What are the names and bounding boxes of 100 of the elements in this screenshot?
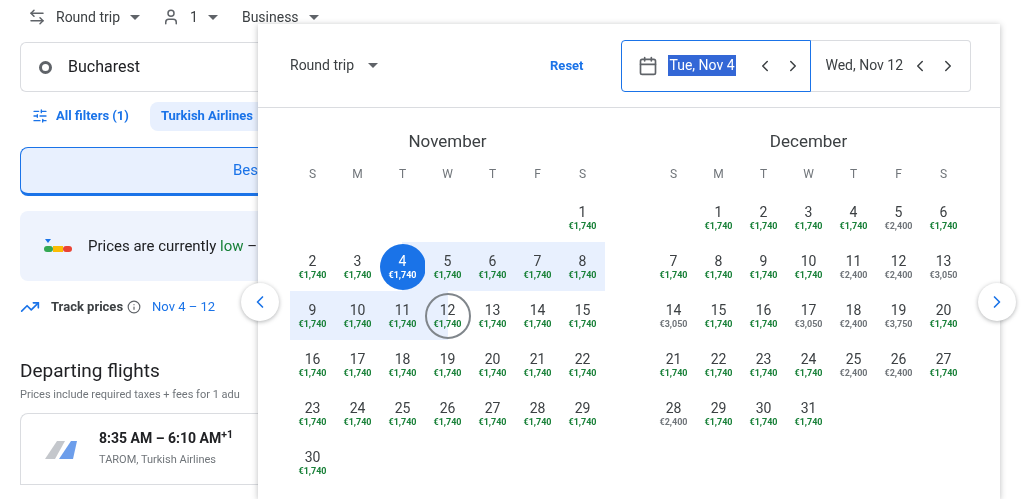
calendar-day[interactable]: 9 €1,740 bbox=[740, 243, 787, 290]
weekday-label: T bbox=[848, 166, 859, 183]
calendar-day[interactable]: 1 €1,740 bbox=[559, 194, 606, 241]
calendar-day[interactable]: 29 €1,740 bbox=[559, 390, 606, 437]
month-title: November bbox=[407, 130, 488, 152]
calendar-day[interactable]: 20 €1,740 bbox=[469, 341, 516, 388]
weekday-label: S bbox=[938, 166, 949, 183]
calendar-day[interactable]: 11 €2,400 bbox=[830, 243, 877, 290]
calendar-day[interactable]: 31 €1,740 bbox=[785, 390, 832, 437]
calendar-day[interactable]: 7 €1,740 bbox=[650, 243, 697, 290]
calendar-day[interactable]: 30 €1,740 bbox=[740, 390, 787, 437]
caret-icon bbox=[207, 14, 218, 20]
round-trip-arrows-icon bbox=[28, 8, 46, 26]
calendar-day[interactable]: 12 €2,400 bbox=[875, 243, 922, 290]
calendar-icon bbox=[638, 55, 659, 76]
calendar-day[interactable]: 6 €1,740 bbox=[469, 243, 516, 290]
cabin-class-selector[interactable]: Business bbox=[241, 6, 299, 28]
calendar-day[interactable]: 20 €1,740 bbox=[920, 292, 967, 339]
calendar-day[interactable]: 18 €1,740 bbox=[379, 341, 426, 388]
calendar-day[interactable]: 10 €1,740 bbox=[785, 243, 832, 290]
flight-card[interactable]: 8:35 AM – 6:10 AM$^{+1}$ TAROM, Turkish Airlines bbox=[20, 412, 258, 485]
weekday-label: M bbox=[351, 166, 364, 183]
weekday-label: T bbox=[397, 166, 408, 183]
calendar-day[interactable]: 4 €1,740 bbox=[379, 243, 426, 290]
trip-type-selector[interactable]: Round trip bbox=[56, 6, 121, 28]
calendar-day[interactable]: 29 €1,740 bbox=[695, 390, 742, 437]
calendar-day[interactable]: 13 €1,740 bbox=[469, 292, 516, 339]
calendar-day[interactable]: 19 €3,750 bbox=[875, 292, 922, 339]
calendar-day[interactable]: 10 €1,740 bbox=[334, 292, 381, 339]
caret-icon bbox=[308, 14, 319, 20]
passenger-count[interactable]: 1 bbox=[190, 6, 198, 28]
weekday-label: F bbox=[894, 166, 903, 183]
track-prices-label: Track prices bbox=[51, 298, 124, 317]
calendar-day[interactable]: 28 €2,400 bbox=[650, 390, 697, 437]
flight-times: 8:35 AM – 6:10 AM$^{+1}$ bbox=[99, 428, 233, 449]
reset-button[interactable]: Reset bbox=[550, 55, 584, 76]
calendar-day[interactable]: 27 €1,740 bbox=[920, 341, 967, 388]
calendar-day[interactable]: 14 €1,740 bbox=[514, 292, 561, 339]
section-heading: Departing flights bbox=[20, 359, 161, 383]
weekday-label: S bbox=[668, 166, 679, 183]
calendar-day[interactable]: 8 €1,740 bbox=[559, 243, 606, 290]
calendar-day[interactable]: 25 €1,740 bbox=[379, 390, 426, 437]
calendar-day[interactable]: 30 €1,740 bbox=[289, 439, 336, 486]
calendar-day[interactable]: 5 €1,740 bbox=[424, 243, 471, 290]
calendar-day[interactable]: 12 €1,740 bbox=[424, 292, 471, 339]
calendar-day[interactable]: 7 €1,740 bbox=[514, 243, 561, 290]
calendar-day[interactable]: 23 €1,740 bbox=[289, 390, 336, 437]
filter-chip[interactable]: Turkish Airlines bbox=[149, 101, 258, 131]
sort-tab[interactable]: Bes bbox=[20, 147, 258, 196]
calendar-day[interactable]: 15 €1,740 bbox=[695, 292, 742, 339]
calendar-day[interactable]: 11 €1,740 bbox=[379, 292, 426, 339]
tracked-dates-link[interactable]: Nov 4 – 12 bbox=[152, 297, 216, 317]
calendar-day[interactable]: 24 €1,740 bbox=[334, 390, 381, 437]
calendar-day[interactable]: 4 €1,740 bbox=[830, 194, 877, 241]
weekday-label: S bbox=[307, 166, 318, 183]
calendar-day[interactable]: 22 €1,740 bbox=[559, 341, 606, 388]
calendar-day[interactable]: 26 €1,740 bbox=[424, 390, 471, 437]
airline-names: TAROM, Turkish Airlines bbox=[99, 452, 217, 469]
price-insight-text: Prices are currently low – bbox=[88, 235, 258, 257]
weekday-label: S bbox=[577, 166, 588, 183]
section-subtitle: Prices include required taxes + fees for 1 adu bbox=[20, 387, 241, 403]
calendar-day[interactable]: 28 €1,740 bbox=[514, 390, 561, 437]
all-filters-button[interactable]: All filters (1) bbox=[56, 106, 129, 126]
calendar-day[interactable]: 25 €2,400 bbox=[830, 341, 877, 388]
calendar-day[interactable]: 15 €1,740 bbox=[559, 292, 606, 339]
calendar-day[interactable]: 3 €1,740 bbox=[334, 243, 381, 290]
calendar-day[interactable]: 8 €1,740 bbox=[695, 243, 742, 290]
weekday-label: W bbox=[802, 166, 815, 183]
calendar-day[interactable]: 6 €1,740 bbox=[920, 194, 967, 241]
calendar-day[interactable]: 14 €3,050 bbox=[650, 292, 697, 339]
calendar-day[interactable]: 3 €1,740 bbox=[785, 194, 832, 241]
trip-type-dropdown[interactable]: Round trip bbox=[290, 55, 379, 76]
calendar-day[interactable]: 18 €2,400 bbox=[830, 292, 877, 339]
weekday-label: F bbox=[533, 166, 542, 183]
calendar-day[interactable]: 21 €1,740 bbox=[514, 341, 561, 388]
weekday-label: M bbox=[712, 166, 725, 183]
calendar-day[interactable]: 5 €2,400 bbox=[875, 194, 922, 241]
calendar-day[interactable]: 23 €1,740 bbox=[740, 341, 787, 388]
date-field[interactable]: Tue, Nov 4 bbox=[621, 39, 812, 92]
caret-icon bbox=[130, 14, 141, 20]
calendar-day[interactable]: 2 €1,740 bbox=[289, 243, 336, 290]
calendar-day[interactable]: 17 €3,050 bbox=[785, 292, 832, 339]
calendar-day[interactable]: 19 €1,740 bbox=[424, 341, 471, 388]
info-icon[interactable] bbox=[127, 300, 142, 314]
calendar-day[interactable]: 26 €2,400 bbox=[875, 341, 922, 388]
calendar-day[interactable]: 9 €1,740 bbox=[289, 292, 336, 339]
calendar-day[interactable]: 1 €1,740 bbox=[695, 194, 742, 241]
calendar-day[interactable]: 16 €1,740 bbox=[740, 292, 787, 339]
calendar-day[interactable]: 22 €1,740 bbox=[695, 341, 742, 388]
calendar-day[interactable]: 13 €3,050 bbox=[920, 243, 967, 290]
calendar-day[interactable]: 24 €1,740 bbox=[785, 341, 832, 388]
calendar-day[interactable]: 16 €1,740 bbox=[289, 341, 336, 388]
date-field[interactable]: Wed, Nov 12 bbox=[811, 39, 972, 92]
calendar-day[interactable]: 17 €1,740 bbox=[334, 341, 381, 388]
calendar-day[interactable]: 21 €1,740 bbox=[650, 341, 697, 388]
calendar-day[interactable]: 27 €1,740 bbox=[469, 390, 516, 437]
caret-icon bbox=[368, 63, 379, 68]
price-level-icon bbox=[44, 239, 72, 253]
origin-field[interactable]: Bucharest bbox=[20, 42, 258, 92]
calendar-day[interactable]: 2 €1,740 bbox=[740, 194, 787, 241]
